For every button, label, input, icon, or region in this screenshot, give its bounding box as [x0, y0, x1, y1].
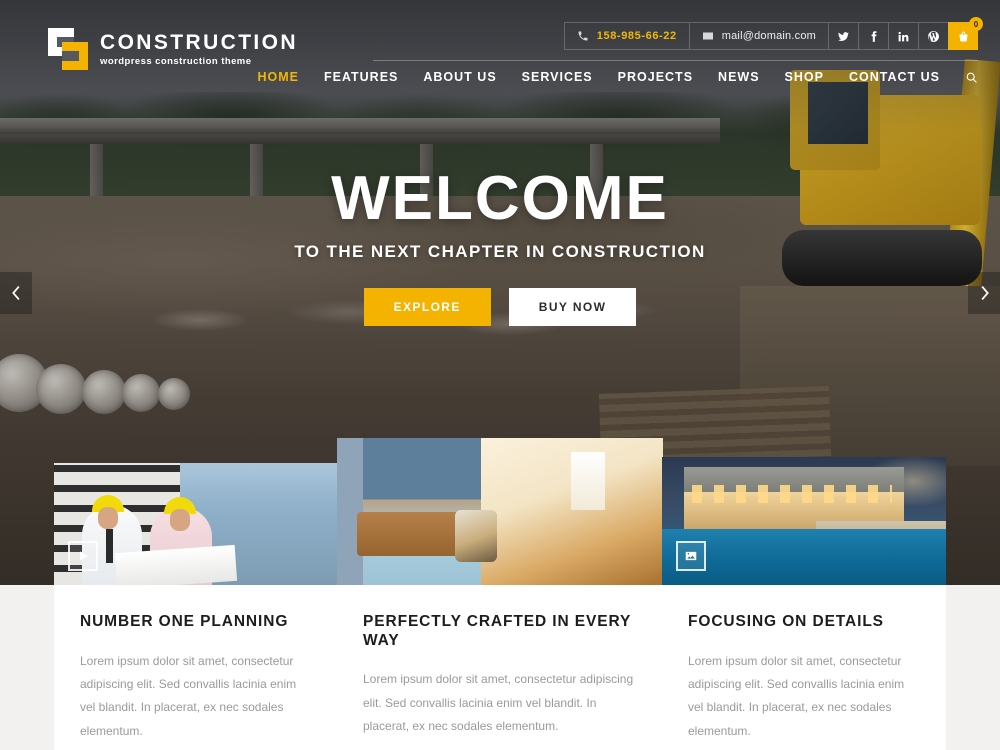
main-navigation: HOME FEATURES ABOUT US SERVICES PROJECTS…: [257, 70, 978, 84]
top-contact-bar: 158-985-66-22 mail@domain.com 0: [563, 17, 983, 50]
hero-title: WELCOME: [331, 164, 669, 233]
logo-title: CONSTRUCTION: [100, 30, 298, 54]
email-address: mail@domain.com: [721, 30, 816, 42]
card-body: PERFECTLY CRAFTED IN EVERY WAY Lorem ips…: [337, 585, 663, 750]
social-link-linkedin[interactable]: [888, 22, 918, 50]
facebook-icon: [871, 30, 877, 42]
cart-button[interactable]: 0: [948, 17, 983, 50]
cart-count-badge: 0: [969, 17, 983, 31]
card-body: FOCUSING ON DETAILS Lorem ipsum dolor si…: [662, 585, 946, 750]
card-image: [337, 438, 663, 585]
card-image: [54, 463, 338, 585]
hero-content: WELCOME TO THE NEXT CHAPTER IN CONSTRUCT…: [0, 168, 1000, 326]
feature-card[interactable]: NUMBER ONE PLANNING Lorem ipsum dolor si…: [54, 463, 338, 750]
image-icon[interactable]: [676, 541, 706, 571]
explore-button[interactable]: EXPLORE: [363, 288, 491, 326]
hero-subtitle: TO THE NEXT CHAPTER IN CONSTRUCTION: [294, 242, 706, 261]
email-cell[interactable]: mail@domain.com: [688, 22, 828, 50]
logo-mark-icon: [48, 28, 88, 70]
linkedin-icon: [898, 31, 909, 41]
nav-item-features[interactable]: FEATURES: [324, 70, 398, 84]
phone-icon: [577, 30, 589, 42]
card-title: FOCUSING ON DETAILS: [688, 613, 884, 630]
card-title: NUMBER ONE PLANNING: [80, 613, 289, 630]
nav-item-shop[interactable]: SHOP: [785, 70, 824, 84]
slider-next-button[interactable]: [968, 272, 1000, 314]
nav-item-services[interactable]: SERVICES: [522, 70, 593, 84]
nav-divider: [373, 60, 978, 61]
phone-cell[interactable]: 158-985-66-22: [563, 22, 689, 50]
card-body: NUMBER ONE PLANNING Lorem ipsum dolor si…: [54, 585, 338, 750]
twitter-icon: [838, 31, 849, 41]
phone-number: 158-985-66-22: [596, 30, 677, 42]
envelope-icon: [702, 30, 714, 42]
buy-now-button[interactable]: BUY NOW: [508, 288, 637, 326]
wordpress-icon: [928, 30, 939, 42]
social-link-facebook[interactable]: [858, 22, 888, 50]
logo-text: CONSTRUCTION wordpress construction them…: [100, 32, 298, 67]
shopping-basket-icon: [958, 31, 968, 41]
hero-buttons: EXPLORE BUY NOW: [0, 288, 1000, 326]
social-link-wordpress[interactable]: [918, 22, 948, 50]
nav-item-news[interactable]: NEWS: [718, 70, 760, 84]
page-root: 158-985-66-22 mail@domain.com 0 CONSTRUC…: [0, 0, 1000, 750]
feature-card[interactable]: FOCUSING ON DETAILS Lorem ipsum dolor si…: [662, 457, 946, 750]
search-icon[interactable]: [965, 71, 978, 84]
logo-subtitle: wordpress construction theme: [100, 55, 252, 67]
play-icon[interactable]: [68, 541, 98, 571]
card-text: Lorem ipsum dolor sit amet, consectetur …: [80, 653, 297, 738]
nav-item-contact-us[interactable]: CONTACT US: [849, 70, 940, 84]
site-logo[interactable]: CONSTRUCTION wordpress construction them…: [48, 28, 298, 70]
nav-item-projects[interactable]: PROJECTS: [618, 70, 693, 84]
card-image: [662, 457, 946, 585]
card-text: Lorem ipsum dolor sit amet, consectetur …: [363, 672, 634, 733]
card-title: PERFECTLY CRAFTED IN EVERY WAY: [363, 613, 632, 649]
nav-item-home[interactable]: HOME: [257, 70, 299, 84]
feature-cards: NUMBER ONE PLANNING Lorem ipsum dolor si…: [0, 0, 1000, 750]
nav-item-about-us[interactable]: ABOUT US: [423, 70, 496, 84]
slider-prev-button[interactable]: [0, 272, 32, 314]
social-link-twitter[interactable]: [828, 22, 858, 50]
chevron-right-icon: [980, 286, 989, 300]
chevron-left-icon: [11, 286, 20, 300]
feature-card[interactable]: PERFECTLY CRAFTED IN EVERY WAY Lorem ips…: [337, 438, 663, 750]
card-text: Lorem ipsum dolor sit amet, consectetur …: [688, 653, 905, 738]
